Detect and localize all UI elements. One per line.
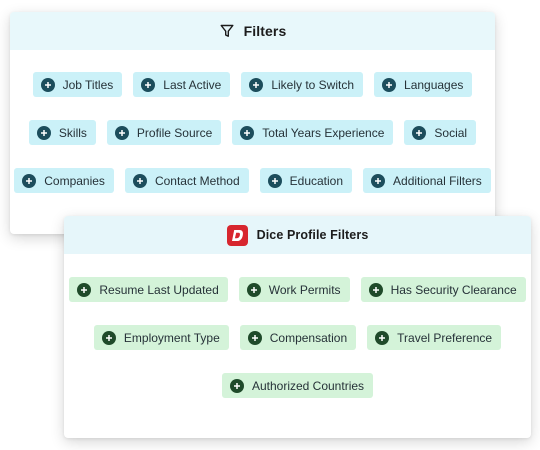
plus-icon: [412, 125, 427, 140]
chip-label: Additional Filters: [393, 173, 482, 188]
plus-icon: [368, 282, 383, 297]
plus-icon: [36, 125, 51, 140]
filters-panel: Filters Job Titles Last Active Likely to…: [10, 12, 495, 234]
chip-label: Resume Last Updated: [99, 282, 219, 297]
filters-chip-row: Companies Contact Method Education Addit…: [10, 168, 495, 193]
chip-likely-to-switch[interactable]: Likely to Switch: [241, 72, 364, 97]
chip-label: Profile Source: [136, 125, 213, 140]
chip-compensation[interactable]: Compensation: [239, 325, 357, 350]
chip-education[interactable]: Education: [259, 168, 353, 193]
plus-icon: [141, 77, 156, 92]
filter-icon: [219, 23, 235, 39]
chip-label: Authorized Countries: [251, 378, 365, 393]
chip-job-titles[interactable]: Job Titles: [32, 72, 123, 97]
dice-logo-icon: [226, 224, 248, 246]
chip-travel-preference[interactable]: Travel Preference: [367, 325, 502, 350]
dice-chip-row: Resume Last Updated Work Permits Has Sec…: [64, 277, 531, 302]
plus-icon: [101, 330, 116, 345]
plus-icon: [249, 77, 264, 92]
chip-label: Travel Preference: [397, 330, 493, 345]
filters-chip-list: Job Titles Last Active Likely to Switch …: [10, 50, 495, 193]
plus-icon: [267, 173, 282, 188]
chip-label: Has Security Clearance: [390, 282, 517, 297]
filters-title: Filters: [243, 23, 287, 39]
chip-has-security-clearance[interactable]: Has Security Clearance: [360, 277, 526, 302]
dice-chip-list: Resume Last Updated Work Permits Has Sec…: [64, 254, 531, 398]
dice-header: Dice Profile Filters: [64, 216, 531, 254]
dice-chip-row: Authorized Countries: [64, 373, 531, 398]
chip-companies[interactable]: Companies: [14, 168, 114, 193]
chip-resume-last-updated[interactable]: Resume Last Updated: [69, 277, 228, 302]
chip-contact-method[interactable]: Contact Method: [124, 168, 249, 193]
chip-last-active[interactable]: Last Active: [133, 72, 231, 97]
chip-label: Last Active: [163, 77, 222, 92]
chip-label: Employment Type: [123, 330, 220, 345]
plus-icon: [375, 330, 390, 345]
chip-label: Work Permits: [268, 282, 341, 297]
plus-icon: [371, 173, 386, 188]
chip-total-years-experience[interactable]: Total Years Experience: [232, 120, 394, 145]
chip-label: Likely to Switch: [271, 77, 355, 92]
chip-label: Companies: [44, 173, 105, 188]
dice-chip-row: Employment Type Compensation Travel Pref…: [64, 325, 531, 350]
chip-social[interactable]: Social: [404, 120, 477, 145]
filters-chip-row: Skills Profile Source Total Years Experi…: [10, 120, 495, 145]
chip-label: Social: [434, 125, 468, 140]
chip-label: Job Titles: [62, 77, 114, 92]
plus-icon: [247, 330, 262, 345]
chip-languages[interactable]: Languages: [374, 72, 473, 97]
chip-additional-filters[interactable]: Additional Filters: [363, 168, 491, 193]
plus-icon: [77, 282, 92, 297]
chip-authorized-countries[interactable]: Authorized Countries: [221, 373, 374, 398]
plus-icon: [132, 173, 147, 188]
chip-label: Skills: [58, 125, 87, 140]
plus-icon: [382, 77, 397, 92]
filters-header: Filters: [10, 12, 495, 50]
dice-title: Dice Profile Filters: [256, 228, 369, 242]
plus-icon: [22, 173, 37, 188]
stage: Filters Job Titles Last Active Likely to…: [0, 0, 540, 450]
dice-profile-filters-panel: Dice Profile Filters Resume Last Updated…: [64, 216, 531, 438]
chip-profile-source[interactable]: Profile Source: [106, 120, 222, 145]
plus-icon: [40, 77, 55, 92]
chip-label: Education: [289, 173, 344, 188]
chip-employment-type[interactable]: Employment Type: [93, 325, 229, 350]
plus-icon: [114, 125, 129, 140]
filters-chip-row: Job Titles Last Active Likely to Switch …: [10, 72, 495, 97]
plus-icon: [246, 282, 261, 297]
chip-label: Contact Method: [154, 173, 240, 188]
chip-label: Compensation: [269, 330, 348, 345]
chip-label: Languages: [404, 77, 464, 92]
plus-icon: [240, 125, 255, 140]
chip-skills[interactable]: Skills: [28, 120, 96, 145]
plus-icon: [229, 378, 244, 393]
chip-label: Total Years Experience: [262, 125, 385, 140]
chip-work-permits[interactable]: Work Permits: [238, 277, 350, 302]
